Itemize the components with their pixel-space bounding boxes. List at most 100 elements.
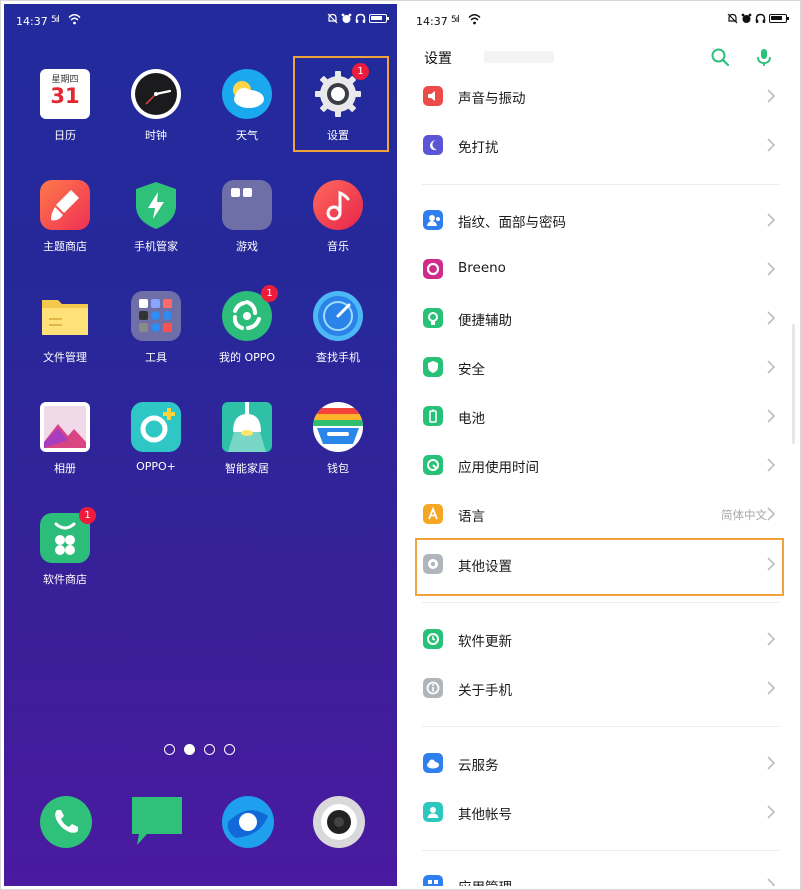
shield-bolt-icon — [131, 180, 181, 230]
settings-row-language[interactable]: 语言 简体中文 — [404, 490, 797, 538]
settings-row-label: 安全 — [458, 362, 485, 378]
app-label: 音乐 — [327, 240, 349, 253]
app-label: 钱包 — [327, 462, 349, 475]
microphone-icon[interactable] — [753, 46, 775, 68]
app-label: 软件商店 — [43, 573, 87, 586]
status-right-icons — [327, 13, 389, 24]
page-dot[interactable] — [164, 744, 175, 755]
camera-icon — [313, 796, 365, 848]
lamp-icon — [222, 402, 272, 452]
alarm-icon — [741, 13, 752, 23]
settings-row-update[interactable]: 软件更新 — [404, 615, 797, 663]
screenshot-root: 14:37 5ıl 星期四 31 日历 时钟 天气 1 设置 主题商店 手机管家… — [0, 0, 801, 890]
chevron-right-icon — [767, 311, 776, 325]
settings-row-label: 其他帐号 — [458, 807, 512, 823]
settings-row-label: 电池 — [458, 411, 485, 427]
app-calendar[interactable]: 星期四 31 日历 — [25, 69, 105, 143]
chevron-right-icon — [767, 409, 776, 423]
signal-icon: 5ıl — [451, 15, 460, 25]
message-icon — [132, 797, 182, 845]
folder-games-icon — [222, 180, 272, 230]
app-phone-manager[interactable]: 手机管家 — [116, 180, 196, 254]
app-file-manager[interactable]: 文件管理 — [25, 291, 105, 365]
page-title: 设置 — [424, 51, 452, 67]
section-divider — [422, 184, 779, 185]
app-gallery[interactable]: 相册 — [25, 402, 105, 476]
music-note-icon — [313, 180, 363, 230]
chevron-right-icon — [767, 360, 776, 374]
settings-row-moon[interactable]: 免打扰 — [404, 121, 797, 169]
settings-row-account[interactable]: 其他帐号 — [404, 788, 797, 836]
other-settings-highlight-box — [415, 538, 784, 596]
phone-icon — [40, 796, 92, 848]
app-software-store[interactable]: 1 软件商店 — [25, 507, 105, 587]
notification-badge: 1 — [79, 507, 96, 524]
app-theme-store[interactable]: 主题商店 — [25, 180, 105, 254]
app-wallet[interactable]: 钱包 — [298, 402, 378, 476]
settings-row-face-id[interactable]: 指纹、面部与密码 — [404, 196, 797, 244]
app-oppo-plus[interactable]: OPPO+ — [116, 402, 196, 473]
headphones-icon — [355, 13, 366, 23]
signal-icon: 5ıl — [51, 15, 60, 25]
wifi-icon — [68, 14, 81, 25]
settings-row-battery[interactable]: 电池 — [404, 392, 797, 440]
chevron-right-icon — [767, 878, 776, 886]
settings-row-label: 软件更新 — [458, 634, 512, 650]
chevron-right-icon — [767, 213, 776, 227]
app-label: 游戏 — [236, 240, 258, 253]
headphones-icon — [755, 13, 766, 23]
face-id-icon — [423, 210, 443, 230]
app-label: 主题商店 — [43, 240, 87, 253]
status-time: 14:37 — [416, 15, 448, 28]
dock-browser[interactable] — [220, 794, 276, 850]
app-my-oppo[interactable]: 1 我的 OPPO — [207, 285, 287, 365]
app-tools-folder[interactable]: 工具 — [116, 291, 196, 365]
settings-row-shield[interactable]: 安全 — [404, 343, 797, 391]
app-find-phone[interactable]: 查找手机 — [298, 291, 378, 365]
app-music[interactable]: 音乐 — [298, 180, 378, 254]
store-bag-icon: 1 — [40, 507, 96, 563]
no-notify-icon — [727, 13, 738, 24]
search-icon[interactable] — [709, 46, 731, 68]
app-manage-icon — [423, 875, 443, 886]
dock-messages[interactable] — [129, 794, 185, 850]
folder-tools-icon — [131, 291, 181, 341]
settings-row-assist[interactable]: 便捷辅助 — [404, 294, 797, 342]
scrollbar[interactable] — [792, 324, 795, 444]
app-label: OPPO+ — [136, 460, 176, 473]
app-label: 查找手机 — [316, 351, 360, 364]
settings-row-label: 指纹、面部与密码 — [458, 215, 566, 231]
update-icon — [423, 629, 443, 649]
chevron-right-icon — [767, 507, 776, 521]
status-right-icons — [727, 13, 789, 24]
app-label: 工具 — [145, 351, 167, 364]
chevron-right-icon — [767, 632, 776, 646]
dock-phone[interactable] — [38, 794, 94, 850]
folder-icon — [40, 291, 90, 341]
app-label: 文件管理 — [43, 351, 87, 364]
status-time: 14:37 — [16, 15, 48, 28]
weather-icon — [222, 69, 272, 119]
app-games-folder[interactable]: 游戏 — [207, 180, 287, 254]
radar-icon — [313, 291, 363, 341]
settings-row-breeno[interactable]: Breeno — [404, 245, 797, 293]
app-label: 手机管家 — [134, 240, 178, 253]
page-dot[interactable] — [224, 744, 235, 755]
settings-row-label: Breeno — [458, 260, 506, 276]
settings-row-info[interactable]: 关于手机 — [404, 664, 797, 712]
app-smart-home[interactable]: 智能家居 — [207, 402, 287, 476]
page-dot[interactable] — [204, 744, 215, 755]
settings-row-app-manage[interactable]: 应用管理 — [404, 861, 797, 886]
settings-row-speaker[interactable]: 声音与振动 — [404, 72, 797, 120]
settings-row-hourglass[interactable]: 应用使用时间 — [404, 441, 797, 489]
app-weather[interactable]: 天气 — [207, 69, 287, 143]
info-icon — [423, 678, 443, 698]
gallery-icon — [40, 402, 90, 452]
app-clock[interactable]: 时钟 — [116, 69, 196, 143]
alarm-icon — [341, 13, 352, 23]
dock-camera[interactable] — [311, 794, 367, 850]
settings-row-label: 云服务 — [458, 758, 499, 774]
app-label: 日历 — [54, 129, 76, 142]
page-dot-current[interactable] — [184, 744, 195, 755]
settings-row-cloud[interactable]: 云服务 — [404, 739, 797, 787]
